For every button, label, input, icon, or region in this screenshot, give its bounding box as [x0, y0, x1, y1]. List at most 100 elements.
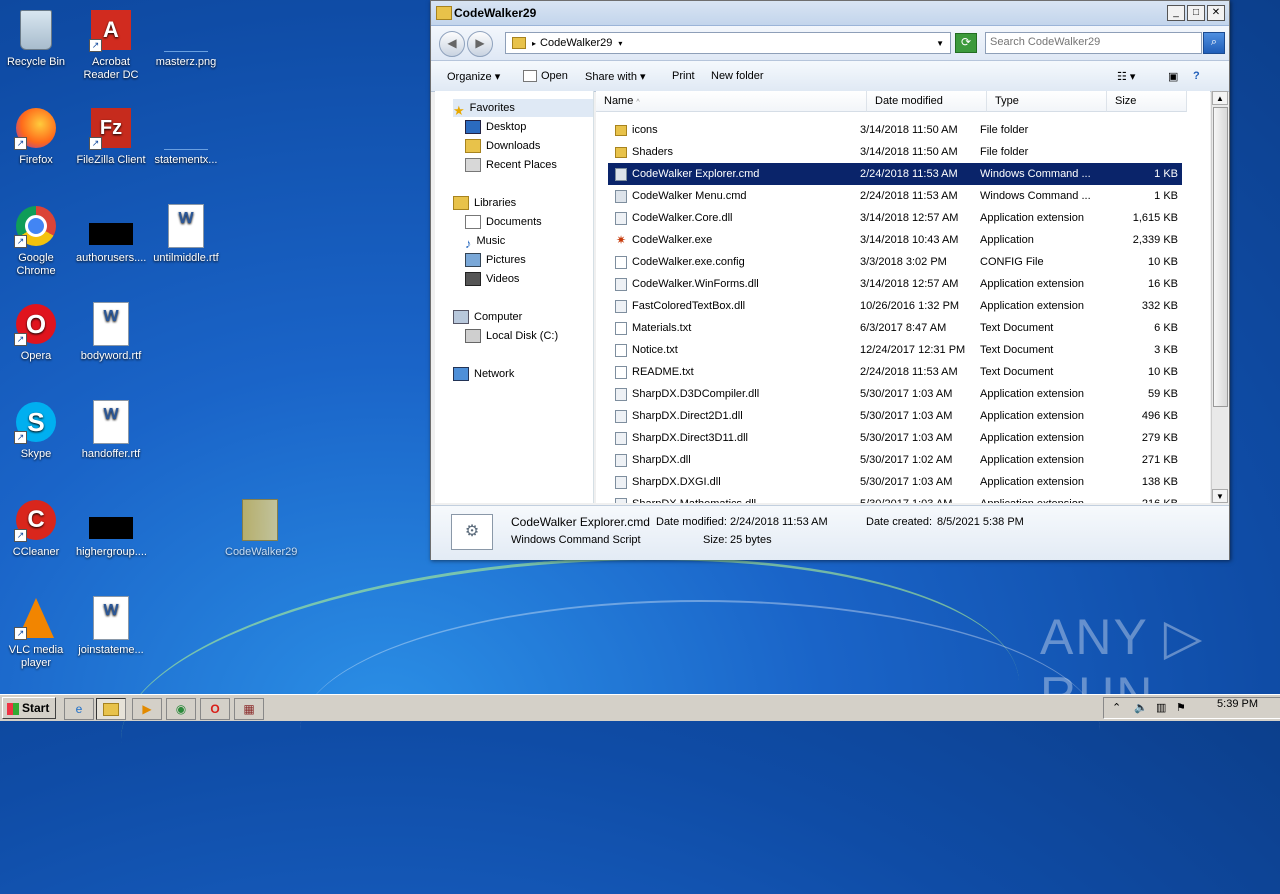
refresh-button[interactable]: ⟳: [955, 33, 977, 53]
volume-icon[interactable]: 🔈: [1134, 701, 1148, 714]
nav-videos[interactable]: Videos: [465, 270, 593, 288]
chevron-down-icon[interactable]: ▾: [618, 39, 622, 48]
clock[interactable]: 5:39 PM: [1217, 698, 1258, 710]
address-dropdown-icon[interactable]: ▼: [936, 39, 944, 48]
scroll-down-icon[interactable]: ▼: [1212, 489, 1228, 503]
nav-desktop[interactable]: Desktop: [465, 118, 593, 136]
file-row[interactable]: CodeWalker Menu.cmd 2/24/2018 11:53 AM Win…: [608, 185, 1182, 207]
nav-network[interactable]: Network: [453, 365, 593, 383]
nav-music[interactable]: ♪ Music: [465, 232, 593, 251]
share-with-button[interactable]: Share with ▾: [585, 70, 646, 83]
opera-icon[interactable]: O: [200, 698, 230, 720]
show-hidden-icons-icon[interactable]: ⌃: [1112, 701, 1121, 714]
file-row[interactable]: Shaders 3/14/2018 11:50 AM File folder: [608, 141, 1182, 163]
file-row[interactable]: CodeWalker Explorer.cmd 2/24/2018 11:53 A…: [608, 163, 1182, 185]
file-row[interactable]: CodeWalker.Core.dll 3/14/2018 12:57 AM App…: [608, 207, 1182, 229]
desktop-icon-label: joinstateme...: [78, 644, 144, 656]
preview-pane-icon[interactable]: ▣: [1168, 70, 1178, 83]
desktop-icon-recycle-bin[interactable]: Recycle Bin: [1, 8, 71, 69]
desktop-icon-opera[interactable]: O ↗ Opera: [1, 302, 71, 363]
desktop-icon-handoffer[interactable]: W handoffer.rtf: [76, 400, 146, 461]
file-row[interactable]: icons 3/14/2018 11:50 AM File folder: [608, 119, 1182, 141]
desktop-icon-chrome[interactable]: ↗ Google Chrome: [1, 204, 71, 278]
chrome-icon[interactable]: ◉: [166, 698, 196, 720]
cmd-file-icon: ⚙: [451, 514, 493, 550]
network-icon[interactable]: ▥: [1156, 701, 1166, 714]
file-row[interactable]: FastColoredTextBox.dll 10/26/2016 1:32 PM…: [608, 295, 1182, 317]
file-row[interactable]: SharpDX.Mathematics.dll 5/30/2017 1:03 AM…: [608, 493, 1182, 503]
desktop-icon-joinstateme[interactable]: W joinstateme...: [76, 596, 146, 657]
column-header-size[interactable]: Size: [1107, 91, 1187, 112]
column-header-date[interactable]: Date modified: [867, 91, 987, 112]
start-button[interactable]: Start: [2, 697, 56, 719]
shortcut-arrow-icon: ↗: [89, 137, 102, 150]
desktop-icon-acrobat[interactable]: A ↗ Acrobat Reader DC: [76, 8, 146, 82]
desktop-icon-highergroup[interactable]: highergroup....: [76, 498, 147, 559]
desktop-icon-filezilla[interactable]: Fz ↗ FileZilla Client: [76, 106, 146, 167]
new-folder-button[interactable]: New folder: [711, 70, 764, 82]
address-bar[interactable]: ▸ CodeWalker29 ▾ ▼: [505, 32, 951, 54]
organize-button[interactable]: Organize ▾: [447, 70, 500, 83]
nav-downloads[interactable]: Downloads: [465, 137, 593, 155]
nav-pictures[interactable]: Pictures: [465, 251, 593, 269]
flag-icon[interactable]: ⚑: [1176, 701, 1186, 714]
file-row[interactable]: SharpDX.dll 5/30/2017 1:02 AM Application …: [608, 449, 1182, 471]
open-button[interactable]: Open: [523, 70, 568, 83]
vertical-scrollbar[interactable]: ▲ ▼: [1211, 91, 1228, 503]
nav-favorites[interactable]: ★ Favorites: [453, 99, 593, 118]
file-row[interactable]: SharpDX.Direct3D11.dll 5/30/2017 1:03 AM A…: [608, 427, 1182, 449]
scroll-thumb[interactable]: [1213, 107, 1228, 407]
file-icon: [89, 204, 133, 248]
winrar-icon[interactable]: ▦: [234, 698, 264, 720]
column-header-name[interactable]: Name ^: [596, 91, 867, 112]
maximize-button[interactable]: □: [1187, 5, 1205, 21]
search-box[interactable]: [985, 32, 1202, 54]
nav-local-disk[interactable]: Local Disk (C:): [465, 327, 593, 345]
forward-button[interactable]: ▶: [467, 31, 493, 57]
file-row[interactable]: CodeWalker.exe.config 3/3/2018 3:02 PM CON…: [608, 251, 1182, 273]
scroll-up-icon[interactable]: ▲: [1212, 91, 1228, 105]
desktop-icon-skype[interactable]: S ↗ Skype: [1, 400, 71, 461]
title-bar[interactable]: CodeWalker29 _ □ ✕: [431, 1, 1229, 26]
search-icon[interactable]: ⌕: [1203, 32, 1225, 54]
desktop-icon-vlc[interactable]: ↗ VLC media player: [1, 596, 71, 670]
file-name-cell: icons: [608, 119, 856, 141]
nav-recent-places[interactable]: Recent Places: [465, 156, 593, 174]
close-button[interactable]: ✕: [1207, 5, 1225, 21]
file-row[interactable]: SharpDX.D3DCompiler.dll 5/30/2017 1:03 AM…: [608, 383, 1182, 405]
file-row[interactable]: Materials.txt 6/3/2017 8:47 AM Text Docume…: [608, 317, 1182, 339]
view-options-icon[interactable]: ☷ ▾: [1117, 70, 1135, 83]
details-type: Windows Command Script: [511, 534, 641, 546]
column-header-type[interactable]: Type: [987, 91, 1107, 112]
desktop-icon-statementx[interactable]: statementx...: [151, 106, 221, 167]
file-name-cell: Shaders: [608, 141, 856, 163]
print-button[interactable]: Print: [672, 70, 695, 82]
back-button[interactable]: ◀: [439, 31, 465, 57]
file-row[interactable]: SharpDX.DXGI.dll 5/30/2017 1:03 AM Applica…: [608, 471, 1182, 493]
desktop-icon-authorusers[interactable]: authorusers....: [76, 204, 146, 265]
search-input[interactable]: [986, 33, 1184, 51]
help-icon[interactable]: ?: [1193, 70, 1200, 82]
desktop-icon-label: Skype: [20, 448, 52, 460]
nav-libraries[interactable]: Libraries: [453, 194, 593, 212]
nav-documents[interactable]: Documents: [465, 213, 593, 231]
file-date-cell: 5/30/2017 1:03 AM: [860, 476, 953, 488]
minimize-button[interactable]: _: [1167, 5, 1185, 21]
desktop-icon-codewalker29-drag[interactable]: CodeWalker29: [225, 498, 297, 559]
desktop-icon-untilmiddle[interactable]: W untilmiddle.rtf: [151, 204, 221, 265]
breadcrumb[interactable]: CodeWalker29: [540, 37, 612, 49]
file-row[interactable]: CodeWalker.WinForms.dll 3/14/2018 12:57 A…: [608, 273, 1182, 295]
file-row[interactable]: ✷ CodeWalker.exe 3/14/2018 10:43 AM Applica…: [608, 229, 1182, 251]
desktop-icon-ccleaner[interactable]: C ↗ CCleaner: [1, 498, 71, 559]
desktop-icon-firefox[interactable]: ↗ Firefox: [1, 106, 71, 167]
desktop-icon-masterz[interactable]: masterz.png: [151, 8, 221, 69]
file-row[interactable]: Notice.txt 12/24/2017 12:31 PM Text Docume…: [608, 339, 1182, 361]
nav-computer[interactable]: Computer: [453, 308, 593, 326]
file-size-cell: 279 KB: [1141, 432, 1178, 444]
file-row[interactable]: README.txt 2/24/2018 11:53 AM Text Documen…: [608, 361, 1182, 383]
internet-explorer-icon[interactable]: e: [64, 698, 94, 720]
desktop-icon-bodyword[interactable]: W bodyword.rtf: [76, 302, 146, 363]
file-row[interactable]: SharpDX.Direct2D1.dll 5/30/2017 1:03 AM Ap…: [608, 405, 1182, 427]
explorer-taskbar-button[interactable]: [96, 698, 126, 720]
media-player-icon[interactable]: ▶: [132, 698, 162, 720]
